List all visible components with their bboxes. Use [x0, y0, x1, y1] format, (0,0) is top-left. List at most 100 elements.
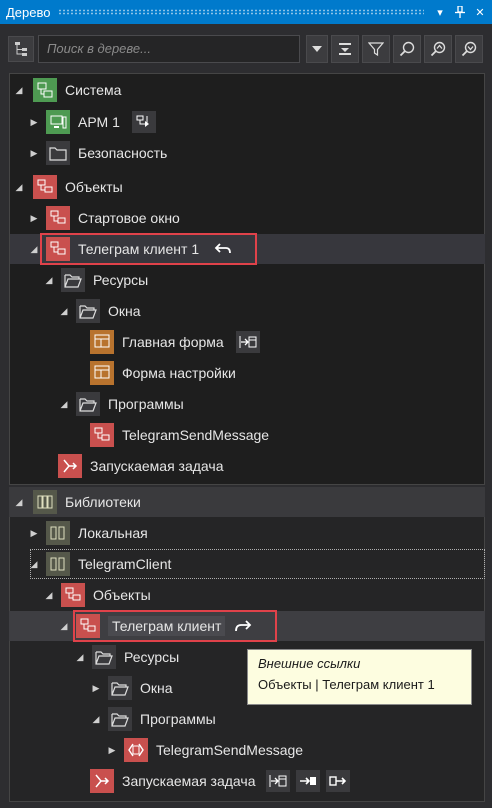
tree-item-label: Главная форма — [122, 334, 224, 350]
tree-item-send-message[interactable]: TelegramSendMessage — [0, 420, 492, 450]
tree-item-label: TelegramSendMessage — [122, 427, 270, 443]
collapsed-arrow-icon[interactable]: ▶ — [28, 147, 40, 159]
open-task-button[interactable] — [265, 770, 290, 792]
tree-item-label: Окна — [108, 303, 141, 319]
tree-item-label: Объекты — [93, 587, 151, 603]
chevron-down-icon — [312, 46, 322, 52]
tree-item-objects[interactable]: ◢ Объекты — [0, 172, 492, 202]
close-icon[interactable]: ✕ — [472, 4, 488, 20]
tree-item-arm[interactable]: ▶ АРМ 1 — [0, 107, 492, 137]
expanded-arrow-icon[interactable]: ◢ — [90, 713, 102, 725]
expanded-arrow-icon[interactable]: ◢ — [43, 589, 55, 601]
tree-item-label: Программы — [140, 711, 216, 727]
folder-open-icon — [76, 299, 100, 323]
expanded-arrow-icon[interactable]: ◢ — [58, 305, 70, 317]
tree-item-label: Локальная — [78, 525, 148, 541]
collapsed-arrow-icon[interactable]: ▶ — [90, 682, 102, 694]
find-up-icon — [430, 41, 446, 57]
expanded-arrow-icon[interactable]: ◢ — [28, 558, 40, 570]
tree-item-telegram-client-lib[interactable]: ◢ TelegramClient — [0, 549, 492, 579]
input-link-button[interactable] — [295, 770, 320, 792]
library-icon — [46, 521, 70, 545]
program-icon — [124, 738, 148, 762]
tree-item-lib-send-message[interactable]: ▶ TelegramSendMessage — [0, 735, 492, 765]
window-title: Дерево — [6, 4, 51, 20]
expanded-arrow-icon[interactable]: ◢ — [43, 274, 55, 286]
open-form-icon — [269, 775, 286, 787]
tree-item-sistema[interactable]: ◢ Система — [0, 75, 492, 105]
collapsed-arrow-icon[interactable]: ▶ — [106, 744, 118, 756]
search-dropdown-button[interactable] — [306, 35, 328, 63]
tree-item-programs[interactable]: ◢ Программы — [0, 389, 492, 419]
drag-grip[interactable] — [58, 9, 424, 15]
tree-structure-icon — [15, 42, 27, 56]
go-to-object-button[interactable] — [131, 111, 156, 133]
folder-open-icon — [108, 707, 132, 731]
search-input[interactable]: Поиск в дереве... — [38, 35, 300, 63]
collapsed-arrow-icon[interactable]: ▶ — [28, 116, 40, 128]
expanded-arrow-icon[interactable]: ◢ — [13, 496, 25, 508]
folder-open-icon — [76, 392, 100, 416]
expanded-arrow-icon[interactable]: ◢ — [58, 620, 70, 632]
find-down-icon — [461, 41, 477, 57]
filter-button[interactable] — [362, 35, 390, 63]
tree-item-launch-task[interactable]: Запускаемая задача — [0, 451, 492, 481]
tree-item-main-form[interactable]: Главная форма — [0, 327, 492, 357]
highlight-frame — [40, 233, 257, 265]
find-previous-button[interactable] — [424, 35, 452, 63]
tree-structure-button[interactable] — [8, 36, 34, 62]
system-icon — [33, 78, 57, 102]
folder-icon — [46, 141, 70, 165]
tree-item-label: Объекты — [65, 179, 123, 195]
form-icon — [90, 330, 114, 354]
open-form-button[interactable] — [235, 331, 260, 353]
expanded-arrow-icon[interactable]: ◢ — [13, 84, 25, 96]
expanded-arrow-icon[interactable]: ◢ — [13, 181, 25, 193]
tree-item-security[interactable]: ▶ Безопасность — [0, 138, 492, 168]
tree-item-label: Запускаемая задача — [122, 773, 256, 789]
tree-item-label: Ресурсы — [124, 649, 180, 665]
tree-item-lib-programs[interactable]: ◢ Программы — [0, 704, 492, 734]
search-icon — [399, 41, 415, 57]
external-links-tooltip: Внешние ссылки Объекты | Телеграм клиент… — [247, 649, 472, 705]
form-icon — [90, 361, 114, 385]
toolbar: Поиск в дереве... — [0, 30, 492, 68]
expanded-arrow-icon[interactable]: ◢ — [58, 398, 70, 410]
tree-item-label: Библиотеки — [65, 494, 141, 510]
expanded-arrow-icon[interactable]: ◢ — [28, 243, 40, 255]
tree-item-label: АРМ 1 — [78, 114, 120, 130]
output-link-button[interactable] — [325, 770, 350, 792]
task-icon — [58, 454, 82, 478]
tree-item-resources[interactable]: ◢ Ресурсы — [0, 265, 492, 295]
workstation-icon — [46, 110, 70, 134]
collapsed-arrow-icon[interactable]: ▶ — [28, 527, 40, 539]
tree-item-windows[interactable]: ◢ Окна — [0, 296, 492, 326]
find-next-button[interactable] — [455, 35, 483, 63]
tree-item-local[interactable]: ▶ Локальная — [0, 518, 492, 548]
input-arrow-icon — [299, 777, 316, 785]
tree-item-label: Система — [65, 82, 122, 98]
tree-item-lib-objects[interactable]: ◢ Объекты — [0, 580, 492, 610]
pin-icon[interactable] — [452, 4, 468, 20]
collapse-all-button[interactable] — [331, 35, 359, 63]
tree-item-settings-form[interactable]: Форма настройки — [0, 358, 492, 388]
highlight-frame — [73, 610, 277, 642]
chevron-down-icon[interactable]: ▾ — [432, 4, 448, 20]
library-icon — [46, 552, 70, 576]
task-icon — [90, 769, 114, 793]
open-form-icon — [239, 336, 257, 348]
tree-item-label: Безопасность — [78, 145, 168, 161]
folder-open-icon — [108, 676, 132, 700]
collapsed-arrow-icon[interactable]: ▶ — [28, 212, 40, 224]
tree-item-libraries[interactable]: ◢ Библиотеки — [9, 487, 485, 517]
expanded-arrow-icon[interactable]: ◢ — [74, 651, 86, 663]
objects-icon — [61, 583, 85, 607]
filter-icon — [368, 42, 384, 57]
tree-item-label: Программы — [108, 396, 184, 412]
tooltip-text: Объекты | Телеграм клиент 1 — [258, 677, 435, 692]
search-button[interactable] — [393, 35, 421, 63]
tree-item-lib-launch-task[interactable]: Запускаемая задача — [0, 766, 492, 796]
tree-item-label: Ресурсы — [93, 272, 149, 288]
tree-item-start-window[interactable]: ▶ Стартовое окно — [0, 203, 492, 233]
tree-item-label: TelegramClient — [78, 556, 172, 572]
